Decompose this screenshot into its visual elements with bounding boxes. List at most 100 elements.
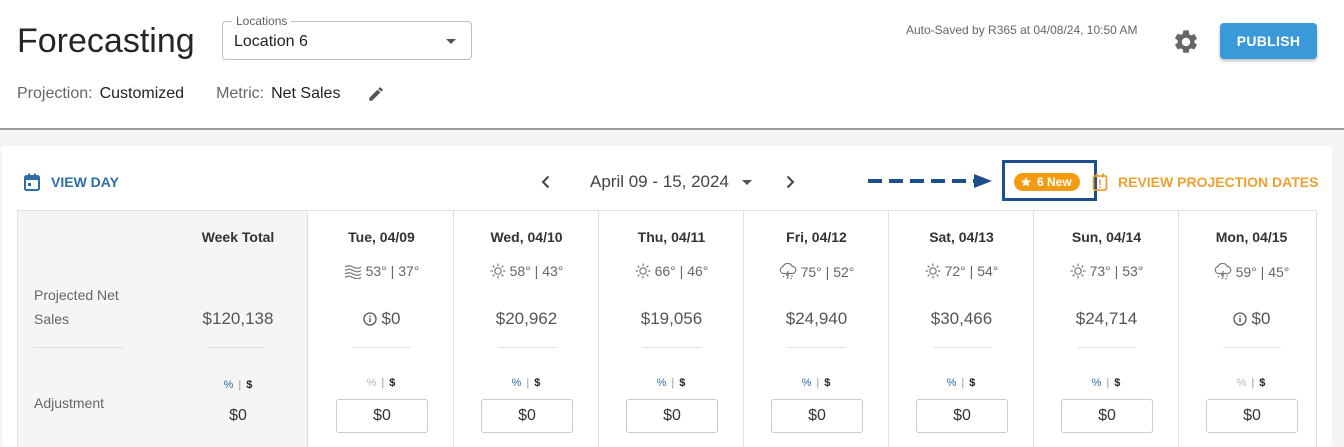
row-divider — [643, 347, 701, 348]
percent-option[interactable]: % — [947, 377, 957, 389]
day-header: Mon, 04/15 — [1215, 229, 1288, 245]
dollar-option[interactable]: $ — [824, 377, 830, 389]
view-day-label: VIEW DAY — [51, 174, 119, 190]
day-adjustment-input[interactable] — [626, 399, 718, 433]
percent-option[interactable]: % — [512, 377, 522, 389]
percent-option[interactable]: % — [802, 377, 812, 389]
row-divider — [498, 347, 556, 348]
sun-icon — [490, 263, 510, 279]
day-column: Sat, 04/13 72° | 54° $30,466 % | $ — [889, 211, 1034, 447]
day-adjustment-input[interactable] — [1206, 399, 1298, 433]
projection-metric-row: Projection: Customized Metric: Net Sales — [17, 85, 385, 103]
publish-button[interactable]: PUBLISH — [1220, 23, 1317, 59]
dollar-option[interactable]: $ — [1114, 377, 1120, 389]
day-adjustment-input[interactable] — [916, 399, 1008, 433]
row-divider — [353, 347, 411, 348]
chevron-left-icon[interactable] — [538, 174, 554, 190]
day-pct-dollar-toggle[interactable]: % | $ — [621, 377, 721, 389]
day-sales-value: $24,714 — [1075, 309, 1138, 328]
day-temps: 59° | 45° — [1235, 263, 1290, 280]
day-adjustment-input[interactable] — [336, 399, 428, 433]
day-weather: 75° | 52° — [744, 263, 889, 280]
projection-label: Projection: — [17, 85, 93, 102]
row-divider — [788, 347, 846, 348]
pencil-icon[interactable] — [367, 85, 385, 103]
metric-label: Metric: — [216, 85, 265, 102]
projected-net-sales-label-line1: Projected Net — [34, 287, 119, 303]
calendar-icon — [24, 173, 40, 191]
day-weather: 73° | 53° — [1034, 263, 1179, 279]
location-select[interactable]: Locations Location 6 — [222, 14, 472, 60]
day-sales-value: $30,466 — [930, 309, 993, 328]
week-total-sales: $120,138 — [202, 309, 274, 328]
day-pct-dollar-toggle[interactable]: % | $ — [911, 377, 1011, 389]
row-divider — [1223, 347, 1281, 348]
day-pct-dollar-toggle[interactable]: % | $ — [766, 377, 866, 389]
adjustment-label: Adjustment — [34, 395, 105, 411]
info-icon[interactable] — [362, 312, 382, 326]
day-column: Mon, 04/15 59° | 45° $0 % | $ — [1179, 211, 1324, 447]
autosave-status: Auto-Saved by R365 at 04/08/24, 10:50 AM — [906, 23, 1138, 37]
forecast-card: VIEW DAY April 09 - 15, 2024 6 New REVIE… — [2, 146, 1332, 447]
day-adjustment-input[interactable] — [481, 399, 573, 433]
day-weather: 58° | 43° — [454, 263, 599, 279]
day-adjustment-input[interactable] — [771, 399, 863, 433]
week-pct-dollar-toggle[interactable]: % | $ — [188, 379, 288, 391]
day-pct-dollar-toggle[interactable]: % | $ — [1056, 377, 1156, 389]
dollar-option[interactable]: $ — [389, 377, 395, 389]
day-header: Wed, 04/10 — [490, 229, 563, 245]
day-sales-value: $0 — [1251, 309, 1271, 328]
location-select-value: Location 6 — [234, 33, 308, 50]
percent-option[interactable]: % — [1237, 377, 1247, 389]
day-pct-dollar-toggle[interactable]: % | $ — [1201, 377, 1301, 389]
day-header: Fri, 04/12 — [786, 229, 847, 245]
new-dates-badge[interactable]: 6 New — [1014, 173, 1080, 191]
location-select-label: Locations — [232, 14, 292, 28]
day-sales-value: $24,940 — [785, 309, 848, 328]
day-sales-value: $20,962 — [495, 309, 558, 328]
day-adjustment-input[interactable] — [1061, 399, 1153, 433]
dollar-option[interactable]: $ — [246, 379, 252, 391]
day-pct-dollar-toggle[interactable]: % | $ — [476, 377, 576, 389]
day-header: Sun, 04/14 — [1071, 229, 1142, 245]
info-icon[interactable] — [1232, 312, 1252, 326]
day-temps: 66° | 46° — [654, 263, 709, 279]
day-projected-sales: $20,962 — [454, 309, 599, 329]
page-header: Forecasting Locations Location 6 Project… — [0, 0, 1344, 130]
fog-icon — [344, 263, 366, 279]
dollar-option[interactable]: $ — [534, 377, 540, 389]
week-total-adjustment: $0 — [229, 407, 247, 424]
row-divider — [933, 347, 991, 348]
day-temps: 72° | 54° — [944, 263, 999, 279]
day-pct-dollar-toggle[interactable]: % | $ — [331, 377, 431, 389]
day-header: Sat, 04/13 — [929, 229, 994, 245]
review-projection-dates-button[interactable]: REVIEW PROJECTION DATES — [1092, 173, 1318, 191]
dollar-option[interactable]: $ — [969, 377, 975, 389]
projection-value: Customized — [99, 85, 185, 102]
projected-net-sales-label-line2: Sales — [34, 311, 70, 327]
day-projected-sales: $0 — [1179, 309, 1324, 329]
gear-icon[interactable] — [1172, 28, 1200, 56]
percent-option[interactable]: % — [224, 379, 234, 391]
date-range-select[interactable]: April 09 - 15, 2024 — [590, 172, 752, 192]
day-header: Tue, 04/09 — [348, 229, 415, 245]
percent-option[interactable]: % — [367, 377, 377, 389]
row-divider — [1078, 347, 1136, 348]
page-title: Forecasting — [17, 22, 195, 60]
day-column: Thu, 04/11 66° | 46° $19,056 % | $ — [599, 211, 744, 447]
storm-cloud-icon — [1214, 263, 1236, 280]
dollar-option[interactable]: $ — [1259, 377, 1265, 389]
sun-icon — [635, 263, 655, 279]
sun-icon — [925, 263, 945, 279]
view-day-button[interactable]: VIEW DAY — [24, 173, 119, 191]
metric-value: Net Sales — [271, 85, 341, 102]
day-temps: 75° | 52° — [800, 263, 855, 280]
chevron-right-icon[interactable] — [782, 174, 798, 190]
dollar-option[interactable]: $ — [679, 377, 685, 389]
day-weather: 72° | 54° — [889, 263, 1034, 279]
calendar-alert-icon — [1092, 173, 1108, 191]
day-column: Fri, 04/12 75° | 52° $24,940 % | $ — [744, 211, 889, 447]
percent-option[interactable]: % — [1092, 377, 1102, 389]
storm-cloud-icon — [779, 263, 801, 280]
percent-option[interactable]: % — [657, 377, 667, 389]
